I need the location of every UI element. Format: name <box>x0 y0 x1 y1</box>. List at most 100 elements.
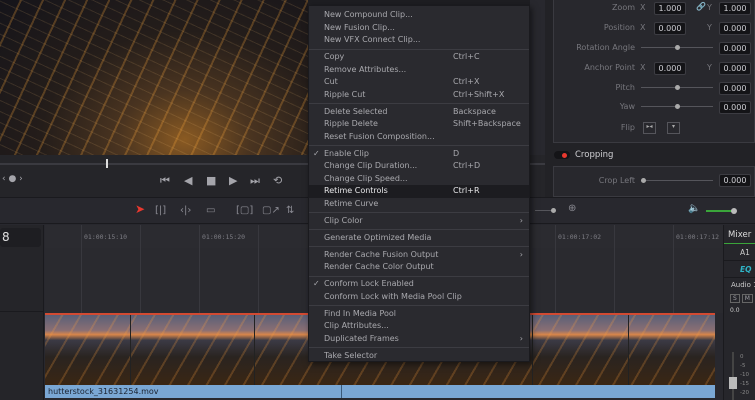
menu-item-render-cache-fusion-output[interactable]: Render Cache Fusion Output › <box>309 249 529 262</box>
replace-clip-icon[interactable]: ⇅ <box>286 205 294 216</box>
play-reverse-icon[interactable]: ◀ <box>184 174 192 187</box>
play-icon[interactable]: ▶ <box>229 174 237 187</box>
yaw-field[interactable]: 0.000 <box>719 101 751 114</box>
menu-item-label: New Compound Clip... <box>324 10 413 19</box>
menu-separator <box>309 275 529 277</box>
yaw-slider[interactable] <box>641 104 713 109</box>
menu-separator <box>309 229 529 230</box>
solo-button[interactable]: S <box>730 294 740 303</box>
rotation-field[interactable]: 0.000 <box>719 42 751 55</box>
loop-icon[interactable]: ⟲ <box>273 174 282 187</box>
menu-item-enable-clip[interactable]: ✓ Enable Clip D <box>309 148 529 161</box>
zoom-x-field[interactable]: 1.000 <box>654 2 686 15</box>
anchor-label: Anchor Point <box>584 63 635 72</box>
jump-start-icon[interactable]: ⏮ <box>160 174 170 188</box>
flip-vertical-icon[interactable]: ▾ <box>667 122 680 134</box>
timecode-display[interactable]: 8 <box>0 228 41 247</box>
rotation-slider[interactable] <box>641 45 713 50</box>
menu-item-retime-curve[interactable]: Retime Curve <box>309 198 529 211</box>
link-icon[interactable]: 🔗 <box>696 2 706 11</box>
position-x-field[interactable]: 0.000 <box>654 22 686 35</box>
menu-item-ripple-cut[interactable]: Ripple Cut Ctrl+Shift+X <box>309 89 529 102</box>
clip-name-bar[interactable]: hutterstock_31631254.mov <box>45 385 715 398</box>
timeline-zoom-slider[interactable] <box>535 208 556 213</box>
insert-clip-icon[interactable]: [▢] <box>236 205 253 216</box>
prev-keyframe-icon[interactable]: ‹ ● › <box>2 174 23 184</box>
zoom-in-icon[interactable]: ⊕ <box>568 203 576 214</box>
volume-fader[interactable] <box>729 352 737 400</box>
menu-item-delete-selected[interactable]: Delete Selected Backspace <box>309 106 529 119</box>
menu-item-remove-attributes[interactable]: Remove Attributes... <box>309 64 529 77</box>
overwrite-clip-icon[interactable]: ▢↗ <box>262 205 280 216</box>
menu-item-label: Enable Clip <box>324 148 369 158</box>
razor-icon[interactable]: ▭ <box>206 205 215 216</box>
volume-slider[interactable] <box>706 208 737 214</box>
crop-left-label: Crop Left <box>598 176 635 185</box>
cropping-header[interactable]: Cropping <box>575 150 613 160</box>
menu-shortcut: Ctrl+C <box>453 52 480 61</box>
trim-tool-icon[interactable]: [|] <box>155 205 166 216</box>
position-y-field[interactable]: 0.000 <box>719 22 751 35</box>
anchor-x-field[interactable]: 0.000 <box>654 62 686 75</box>
menu-separator <box>309 347 529 348</box>
menu-item-cut[interactable]: Cut Ctrl+X <box>309 76 529 89</box>
menu-item-label: Copy <box>324 52 345 61</box>
menu-item-conform-lock-with-media-pool-clip[interactable]: Conform Lock with Media Pool Clip <box>309 291 529 304</box>
menu-shortcut: Ctrl+D <box>453 161 481 170</box>
check-icon: ✓ <box>313 148 320 158</box>
pitch-slider[interactable] <box>641 85 713 90</box>
menu-item-new-fusion-clip[interactable]: New Fusion Clip... <box>309 22 529 35</box>
volume-icon[interactable]: 🔈 <box>688 203 700 214</box>
anchor-y-field[interactable]: 0.000 <box>719 62 751 75</box>
menu-item-label: Take Selector <box>324 350 378 360</box>
menu-item-label: Delete Selected <box>324 106 388 116</box>
menu-item-label: Clip Color <box>324 215 363 225</box>
menu-item-label: Conform Lock with Media Pool Clip <box>324 291 462 301</box>
menu-item-change-clip-duration[interactable]: Change Clip Duration... Ctrl+D <box>309 160 529 173</box>
cropping-toggle[interactable] <box>554 151 570 159</box>
fader-scale: 0 <box>740 354 744 360</box>
fader-scale: -20 <box>740 390 749 396</box>
menu-item-take-selector[interactable]: Take Selector <box>309 350 529 363</box>
menu-item-conform-lock-enabled[interactable]: ✓ Conform Lock Enabled <box>309 278 529 291</box>
clip-context-menu: New Compound Clip... New Fusion Clip... Ne… <box>308 5 530 362</box>
menu-item-retime-controls[interactable]: Retime Controls Ctrl+R <box>309 185 529 198</box>
eq-button[interactable]: EQ <box>724 261 755 278</box>
crop-left-field[interactable]: 0.000 <box>719 174 751 187</box>
menu-item-find-in-media-pool[interactable]: Find In Media Pool <box>309 308 529 321</box>
menu-item-label: Duplicated Frames <box>324 333 399 343</box>
menu-separator <box>309 305 529 306</box>
mute-button[interactable]: M <box>741 294 753 303</box>
flip-horizontal-icon[interactable]: ▸◂ <box>643 122 656 134</box>
menu-item-render-cache-color-output[interactable]: Render Cache Color Output <box>309 261 529 274</box>
selection-tool-icon[interactable]: ➤ <box>135 202 145 216</box>
blade-edit-icon[interactable]: ‹|› <box>180 205 191 216</box>
anchor-x-label: X <box>640 63 646 72</box>
menu-item-label: Conform Lock Enabled <box>324 279 414 288</box>
menu-item-generate-optimized-media[interactable]: Generate Optimized Media <box>309 232 529 245</box>
menu-shortcut: Ctrl+X <box>453 77 480 86</box>
track-header-panel <box>0 225 44 400</box>
menu-item-label: Render Cache Color Output <box>324 262 434 271</box>
stop-icon[interactable]: ■ <box>206 174 216 187</box>
menu-item-label: Generate Optimized Media <box>324 232 432 242</box>
zoom-y-field[interactable]: 1.000 <box>719 2 751 15</box>
menu-item-clip-color[interactable]: Clip Color › <box>309 215 529 228</box>
pitch-field[interactable]: 0.000 <box>719 82 751 95</box>
mixer-title: Mixer <box>724 225 755 244</box>
menu-item-reset-fusion-composition[interactable]: Reset Fusion Composition... <box>309 131 529 144</box>
jump-end-icon[interactable]: ⏭ <box>250 174 260 188</box>
menu-item-new-vfx-connect-clip[interactable]: New VFX Connect Clip... <box>309 34 529 47</box>
menu-shortcut: D <box>453 148 460 158</box>
menu-item-change-clip-speed[interactable]: Change Clip Speed... <box>309 173 529 186</box>
menu-item-clip-attributes[interactable]: Clip Attributes... <box>309 320 529 333</box>
menu-shortcut: Backspace <box>453 106 496 116</box>
menu-item-copy[interactable]: Copy Ctrl+C <box>309 51 529 64</box>
menu-item-new-compound-clip[interactable]: New Compound Clip... <box>309 9 529 22</box>
yaw-label: Yaw <box>619 102 635 111</box>
menu-item-ripple-delete[interactable]: Ripple Delete Shift+Backspace <box>309 118 529 131</box>
menu-item-duplicated-frames[interactable]: Duplicated Frames › <box>309 333 529 346</box>
crop-left-slider[interactable] <box>641 178 713 183</box>
playhead[interactable] <box>106 159 108 168</box>
ruler-timecode: 01:00:17:02 <box>558 233 602 241</box>
